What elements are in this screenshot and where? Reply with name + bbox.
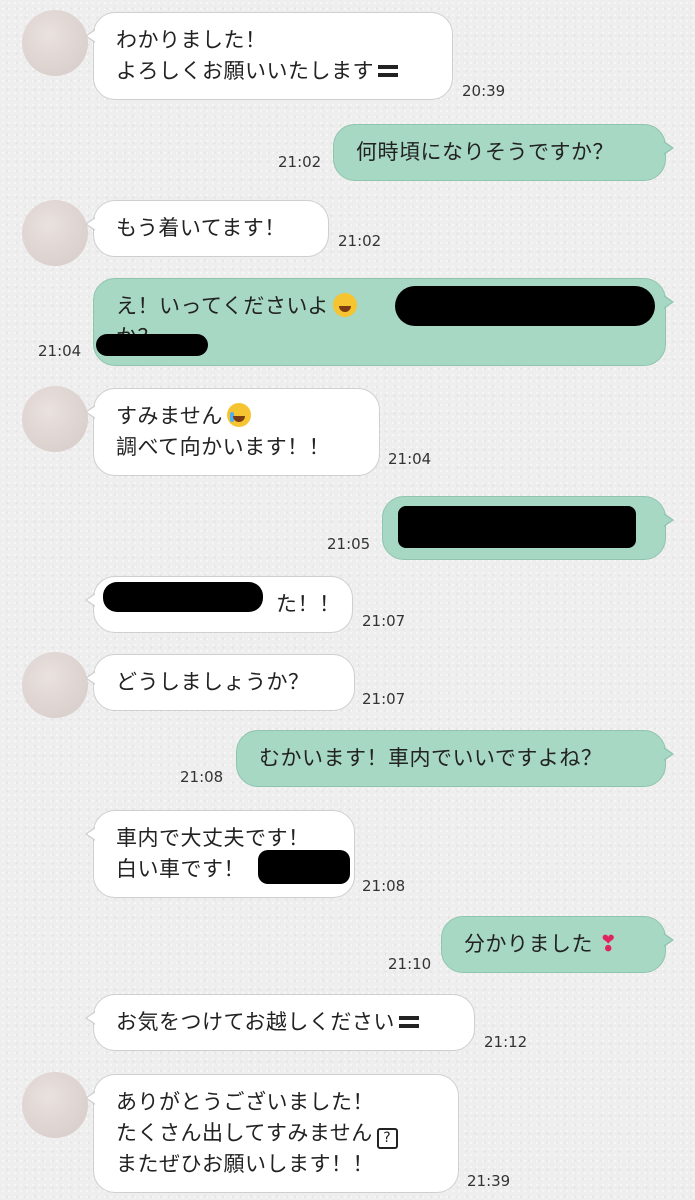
message-line: わかりました！: [116, 28, 267, 52]
incoming-message[interactable]: もう着いてます！: [85, 200, 329, 257]
message-time: 21:10: [388, 955, 432, 973]
message-time: 21:04: [38, 342, 82, 360]
outgoing-message[interactable]: 分かりました ❣: [441, 916, 674, 973]
avatar[interactable]: [22, 1072, 88, 1138]
message-line: 調べて向かいます！！: [116, 435, 331, 459]
message-line: 何時頃になりそうですか？: [356, 140, 614, 164]
message-time: 21:07: [362, 612, 406, 630]
incoming-message[interactable]: わかりました！ よろしくお願いいたします: [85, 12, 453, 100]
message-line: たくさん出してすみません?: [116, 1118, 440, 1149]
heavy-heart-exclamation-icon: ❣: [599, 932, 618, 957]
message-time: 21:02: [278, 153, 322, 171]
outgoing-message[interactable]: 何時頃になりそうですか？: [333, 124, 674, 181]
incoming-message[interactable]: すみません 調べて向かいます！！: [85, 388, 380, 476]
question-box-icon: ?: [376, 1128, 398, 1149]
incoming-message[interactable]: お気をつけてお越しください: [85, 994, 475, 1051]
equals-bars-icon: [398, 1014, 419, 1030]
message-line: よろしくお願いいたします: [116, 56, 434, 87]
message-time: 21:39: [467, 1172, 511, 1190]
message-time: 21:08: [180, 768, 224, 786]
avatar[interactable]: [22, 652, 88, 718]
message-line: 分かりました ❣: [464, 932, 618, 957]
message-time: 21:12: [484, 1033, 528, 1051]
message-line: お気をつけてお越しください: [116, 1007, 456, 1038]
message-time: 21:04: [388, 450, 432, 468]
message-time: 20:39: [462, 82, 506, 100]
redaction-mark: [258, 850, 350, 884]
message-line: むかいます！車内でいいですよね？: [259, 746, 603, 770]
message-time: 21:07: [362, 690, 406, 708]
redaction-mark: [398, 506, 636, 548]
incoming-message[interactable]: ありがとうございました！ たくさん出してすみません? またぜひお願いします！！: [85, 1074, 459, 1193]
message-line: またぜひお願いします！！: [116, 1152, 374, 1176]
avatar[interactable]: [22, 386, 88, 452]
outgoing-message[interactable]: むかいます！車内でいいですよね？: [236, 730, 674, 787]
message-time: 21:05: [327, 535, 371, 553]
redaction-mark: [96, 334, 208, 356]
message-line: どうしましょうか？: [116, 670, 310, 694]
avatar[interactable]: [22, 10, 88, 76]
redaction-mark: [395, 286, 655, 326]
message-line: もう着いてます！: [116, 216, 286, 240]
incoming-message[interactable]: どうしましょうか？: [85, 654, 355, 711]
loudly-crying-face-icon: [226, 403, 251, 427]
message-line: ありがとうございました！: [116, 1090, 374, 1114]
redaction-mark: [103, 582, 263, 612]
avatar[interactable]: [22, 200, 88, 266]
equals-bars-icon: [378, 63, 398, 79]
message-line: すみません: [116, 401, 361, 432]
message-time: 21:02: [338, 232, 382, 250]
message-time: 21:08: [362, 877, 406, 895]
face-with-tears-of-joy-icon: [332, 293, 357, 317]
